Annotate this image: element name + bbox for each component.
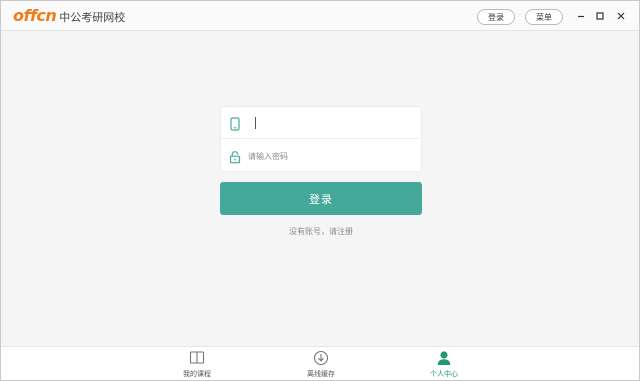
minimize-icon[interactable] bbox=[575, 10, 587, 22]
phone-icon bbox=[228, 116, 242, 131]
login-form bbox=[220, 106, 422, 172]
menu-button[interactable]: 菜单 bbox=[525, 9, 563, 25]
close-icon[interactable] bbox=[615, 10, 627, 22]
maximize-icon[interactable] bbox=[594, 10, 606, 22]
nav-label-personal-center: 个人中心 bbox=[430, 370, 458, 378]
nav-personal-center[interactable]: 个人中心 bbox=[414, 350, 474, 380]
nav-label-offline-cache: 离线缓存 bbox=[307, 370, 335, 378]
logo-mark: offcn bbox=[13, 6, 57, 25]
bottom-nav: 我的课程 离线缓存 个人中心 bbox=[1, 346, 639, 380]
nav-label-my-courses: 我的课程 bbox=[183, 370, 211, 378]
phone-field[interactable] bbox=[221, 107, 421, 139]
app-title: 中公考研网校 bbox=[59, 11, 126, 24]
nav-offline-cache[interactable]: 离线缓存 bbox=[291, 350, 351, 380]
password-input[interactable] bbox=[248, 146, 398, 166]
person-icon bbox=[436, 350, 452, 366]
nav-my-courses[interactable]: 我的课程 bbox=[167, 350, 227, 380]
phone-input[interactable] bbox=[262, 112, 412, 133]
app-window: offcn 中公考研网校 登录 菜单 登录 没有账号，请注册 我的课程 离线缓存… bbox=[0, 0, 640, 381]
text-caret bbox=[255, 116, 256, 129]
download-icon bbox=[313, 350, 329, 366]
book-icon bbox=[189, 350, 205, 366]
app-logo: offcn 中公考研网校 bbox=[13, 7, 125, 25]
login-button[interactable]: 登录 bbox=[220, 182, 422, 215]
password-field[interactable] bbox=[221, 140, 421, 172]
title-bar: offcn 中公考研网校 登录 菜单 bbox=[1, 1, 639, 31]
lock-icon bbox=[228, 149, 242, 164]
register-link[interactable]: 没有账号，请注册 bbox=[220, 226, 422, 237]
login-button-top[interactable]: 登录 bbox=[477, 9, 515, 25]
